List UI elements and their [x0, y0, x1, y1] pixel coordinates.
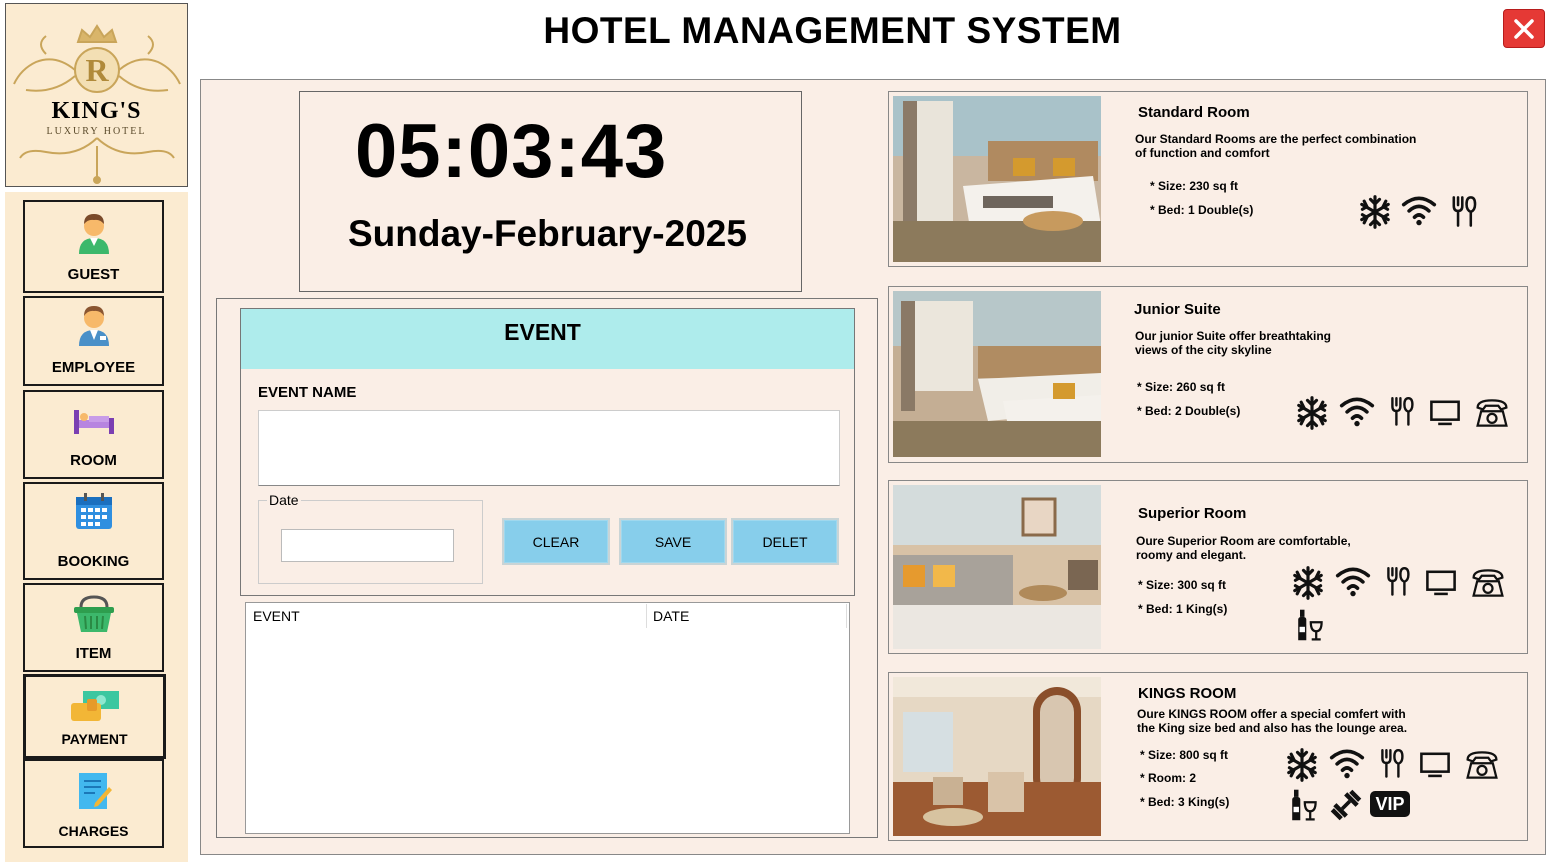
- room-description: Oure KINGS ROOM offer a special comfert …: [1137, 707, 1467, 735]
- room-description: Our junior Suite offer breathtaking view…: [1135, 329, 1435, 357]
- table-header-event[interactable]: EVENT: [253, 608, 300, 624]
- logo-flourish-icon: [19, 137, 175, 184]
- junior-suite-photo: [893, 291, 1101, 457]
- ac-icon: [1357, 194, 1393, 230]
- sidebar-item-charges[interactable]: CHARGES: [23, 759, 164, 848]
- crown-emblem-icon: R: [13, 24, 181, 93]
- room-description-line: views of the city skyline: [1135, 343, 1272, 357]
- date-input[interactable]: [281, 529, 454, 562]
- room-card-superior: Superior Room Oure Superior Room are com…: [888, 480, 1528, 654]
- dining-icon: [1386, 395, 1418, 427]
- room-count: * Room: 2: [1140, 771, 1197, 785]
- close-button[interactable]: [1503, 9, 1545, 48]
- room-description-line: Our junior Suite offer breathtaking: [1135, 329, 1332, 343]
- guest-icon: [78, 214, 109, 254]
- room-bed: * Bed: 1 Double(s): [1150, 203, 1254, 217]
- clear-button[interactable]: CLEAR: [502, 518, 610, 565]
- event-name-input[interactable]: [258, 410, 840, 486]
- ac-icon: [1294, 395, 1330, 431]
- tv-icon: [1428, 395, 1462, 429]
- save-button[interactable]: SAVE: [619, 518, 727, 565]
- dining-icon: [1376, 747, 1408, 779]
- room-size: * Size: 800 sq ft: [1140, 748, 1229, 762]
- minibar-icon: [1291, 607, 1327, 643]
- tv-icon: [1418, 747, 1452, 781]
- ac-icon: [1290, 565, 1326, 601]
- room-name: KINGS ROOM: [1138, 685, 1237, 702]
- event-table[interactable]: [245, 602, 850, 834]
- wifi-icon: [1335, 563, 1371, 599]
- room-name: Superior Room: [1138, 505, 1247, 522]
- basket-icon: [73, 595, 114, 632]
- sidebar-item-employee[interactable]: EMPLOYEE: [23, 296, 164, 386]
- clock-time: 05:03:43: [355, 109, 668, 194]
- room-bed: * Bed: 1 King(s): [1138, 602, 1228, 616]
- column-divider: [846, 604, 847, 628]
- charges-icon: [78, 773, 112, 809]
- minibar-icon: [1285, 787, 1321, 823]
- room-description-line: Our Standard Rooms are the perfect combi…: [1135, 132, 1417, 146]
- app-title: HOTEL MANAGEMENT SYSTEM: [543, 10, 1122, 51]
- gym-icon: [1328, 787, 1364, 823]
- sidebar-item-label: PAYMENT: [61, 731, 128, 747]
- logo-brand: KING'S: [51, 98, 142, 124]
- room-bed: * Bed: 3 King(s): [1140, 795, 1230, 809]
- tv-icon: [1424, 565, 1458, 599]
- dining-icon: [1382, 565, 1414, 597]
- telephone-icon: [1474, 395, 1510, 431]
- room-name: Junior Suite: [1134, 301, 1221, 318]
- room-description-line: Oure Superior Room are comfortable,: [1136, 534, 1351, 548]
- bed-icon: [73, 410, 114, 434]
- delete-button[interactable]: DELET: [731, 518, 839, 565]
- sidebar-item-label: BOOKING: [57, 553, 130, 570]
- close-icon: [1514, 18, 1534, 39]
- room-description-line: Oure KINGS ROOM offer a special comfert …: [1137, 707, 1406, 721]
- room-description: Oure Superior Room are comfortable, room…: [1136, 534, 1436, 562]
- room-description: Our Standard Rooms are the perfect combi…: [1135, 132, 1435, 160]
- wifi-icon: [1329, 745, 1365, 781]
- dining-icon: [1447, 194, 1481, 228]
- sidebar-item-guest[interactable]: GUEST: [23, 200, 164, 293]
- room-bed: * Bed: 2 Double(s): [1137, 404, 1241, 418]
- sidebar-item-payment[interactable]: PAYMENT: [23, 674, 166, 759]
- hotel-logo: R KING'S LUXURY HOTEL: [5, 3, 188, 187]
- wifi-icon: [1339, 393, 1375, 429]
- event-name-label: EVENT NAME: [258, 384, 357, 401]
- superior-room-photo: [893, 485, 1101, 649]
- employee-icon: [78, 306, 109, 346]
- payment-icon: [70, 691, 119, 721]
- column-divider: [646, 604, 647, 628]
- room-card-junior-suite: Junior Suite Our junior Suite offer brea…: [888, 286, 1528, 463]
- date-label: Date: [267, 492, 301, 508]
- wifi-icon: [1401, 192, 1437, 228]
- sidebar-item-label: CHARGES: [58, 823, 129, 839]
- telephone-icon: [1470, 565, 1506, 601]
- telephone-icon: [1464, 747, 1500, 783]
- room-description-line: roomy and elegant.: [1136, 548, 1247, 562]
- sidebar-item-booking[interactable]: BOOKING: [23, 482, 164, 580]
- calendar-icon: [75, 493, 112, 529]
- room-name: Standard Room: [1138, 104, 1250, 121]
- event-title: EVENT: [504, 319, 581, 345]
- sidebar-item-label: ITEM: [75, 645, 112, 662]
- sidebar-item-room[interactable]: ROOM: [23, 390, 164, 479]
- sidebar-item-label: EMPLOYEE: [51, 359, 136, 376]
- sidebar-item-label: GUEST: [67, 266, 120, 283]
- room-card-kings-room: KINGS ROOM Oure KINGS ROOM offer a speci…: [888, 672, 1528, 841]
- clock-date: Sunday-February-2025: [348, 213, 747, 254]
- room-description-line: of function and comfort: [1135, 146, 1270, 160]
- sidebar-item-label: ROOM: [70, 452, 117, 469]
- table-header-date[interactable]: DATE: [653, 608, 689, 624]
- room-description-line: the King size bed and also has the loung…: [1137, 721, 1408, 735]
- room-size: * Size: 230 sq ft: [1150, 179, 1239, 193]
- sidebar-item-item[interactable]: ITEM: [23, 583, 164, 672]
- room-size: * Size: 300 sq ft: [1138, 578, 1227, 592]
- ac-icon: [1284, 747, 1320, 783]
- vip-icon: VIP: [1370, 791, 1410, 817]
- room-card-standard: Standard Room Our Standard Rooms are the…: [888, 91, 1528, 267]
- room-size: * Size: 260 sq ft: [1137, 380, 1226, 394]
- kings-room-photo: [893, 677, 1101, 836]
- standard-room-photo: [893, 96, 1101, 262]
- svg-text:R: R: [85, 52, 109, 88]
